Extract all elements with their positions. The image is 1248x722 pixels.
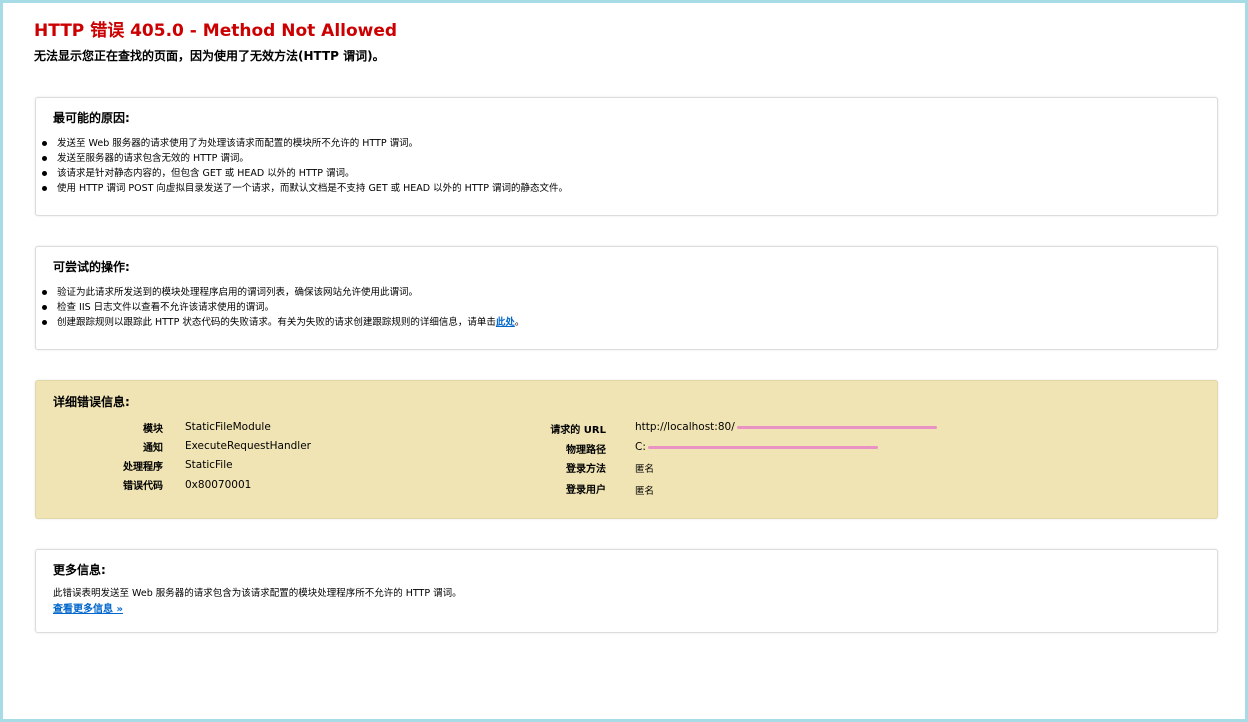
error-subtitle: 无法显示您正在查找的页面，因为使用了无效方法(HTTP 谓词)。 (34, 49, 385, 63)
list-item: 该请求是针对静态内容的，但包含 GET 或 HEAD 以外的 HTTP 谓词。 (42, 166, 568, 181)
list-item: 检查 IIS 日志文件以查看不允许该请求使用的谓词。 (42, 300, 524, 315)
detail-label-notification: 通知 (143, 443, 163, 454)
list-item: 发送至 Web 服务器的请求使用了为处理该请求而配置的模块所不允许的 HTTP … (42, 136, 568, 151)
detail-value-handler: StaticFile (185, 459, 233, 471)
list-item: 验证为此请求所发送到的模块处理程序启用的谓词列表，确保该网站允许使用此谓词。 (42, 285, 524, 300)
action-text: 创建跟踪规则以跟踪此 HTTP 状态代码的失败请求。有关为失败的请求创建跟踪规则… (57, 317, 496, 328)
details-section: 详细错误信息: 模块 StaticFileModule 通知 ExecuteRe… (35, 380, 1218, 519)
detail-label-module: 模块 (143, 424, 163, 435)
details-heading: 详细错误信息: (53, 395, 130, 409)
error-title: HTTP 错误 405.0 - Method Not Allowed (34, 21, 398, 41)
actions-list: 验证为此请求所发送到的模块处理程序启用的谓词列表，确保该网站允许使用此谓词。 检… (42, 285, 524, 330)
detail-value-module: StaticFileModule (185, 421, 271, 433)
list-item: 创建跟踪规则以跟踪此 HTTP 状态代码的失败请求。有关为失败的请求创建跟踪规则… (42, 315, 524, 330)
actions-section: 可尝试的操作: 验证为此请求所发送到的模块处理程序启用的谓词列表，确保该网站允许… (35, 246, 1218, 350)
list-item: 发送至服务器的请求包含无效的 HTTP 谓词。 (42, 151, 568, 166)
detail-value-logon-user: 匿名 (635, 486, 655, 497)
causes-heading: 最可能的原因: (53, 111, 130, 125)
more-info-link[interactable]: 查看更多信息 » (53, 600, 123, 615)
detail-value-request-url: http://localhost:80/ (635, 421, 937, 433)
here-link[interactable]: 此处 (496, 317, 515, 328)
physical-path-text: C: (635, 441, 646, 453)
detail-label-logon-user: 登录用户 (566, 485, 606, 496)
detail-value-notification: ExecuteRequestHandler (185, 440, 311, 452)
detail-label-request-url: 请求的 URL (550, 425, 606, 436)
detail-label-handler: 处理程序 (123, 462, 163, 473)
redaction-mark (736, 425, 937, 429)
redaction-mark (647, 445, 878, 449)
action-suffix: 。 (514, 317, 525, 328)
causes-section: 最可能的原因: 发送至 Web 服务器的请求使用了为处理该请求而配置的模块所不允… (35, 97, 1218, 216)
detail-label-error-code: 错误代码 (123, 481, 163, 492)
detail-value-physical-path: C: (635, 441, 878, 453)
detail-value-error-code: 0x80070001 (185, 479, 252, 491)
causes-list: 发送至 Web 服务器的请求使用了为处理该请求而配置的模块所不允许的 HTTP … (42, 136, 568, 196)
detail-value-logon-method: 匿名 (635, 464, 655, 475)
actions-heading: 可尝试的操作: (53, 260, 130, 274)
request-url-text: http://localhost:80/ (635, 421, 735, 433)
more-info-section: 更多信息: 此错误表明发送至 Web 服务器的请求包含为该请求配置的模块处理程序… (35, 549, 1218, 633)
detail-label-physical-path: 物理路径 (566, 445, 606, 456)
detail-label-logon-method: 登录方法 (566, 464, 606, 475)
more-info-text: 此错误表明发送至 Web 服务器的请求包含为该请求配置的模块处理程序所不允许的 … (53, 588, 462, 599)
list-item: 使用 HTTP 谓词 POST 向虚拟目录发送了一个请求，而默认文档是不支持 G… (42, 181, 568, 196)
more-info-heading: 更多信息: (53, 563, 106, 577)
